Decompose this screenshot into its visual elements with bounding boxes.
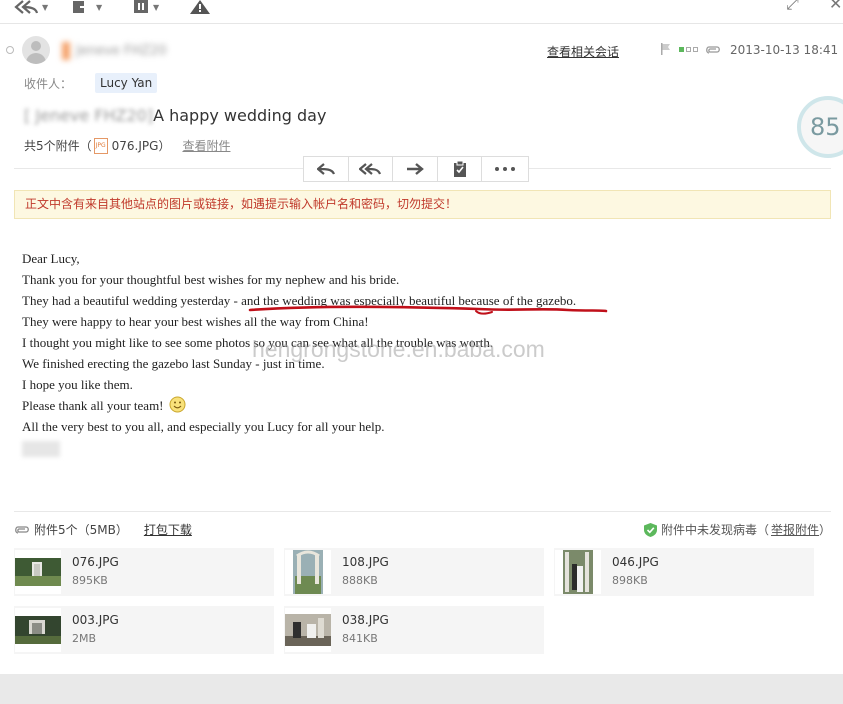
subject-blurred-prefix: [ Jeneve FHZ20] <box>24 106 154 125</box>
reply-menu-button[interactable]: ▼ <box>14 0 48 18</box>
clipboard-icon <box>453 161 466 177</box>
attachment-name: 046.JPG <box>612 555 659 569</box>
body-line: Thank you for your thoughtful best wishe… <box>22 272 400 287</box>
reply-all-icon <box>14 0 38 14</box>
body-line: Dear Lucy, <box>22 251 80 266</box>
move-icon <box>73 1 92 13</box>
forward-icon <box>407 163 424 175</box>
pack-download-link[interactable]: 打包下载 <box>144 521 192 538</box>
score-value: 85 <box>810 113 841 141</box>
report-spam-button[interactable] <box>190 0 210 18</box>
watermark: hengrongstone.en.baba.com <box>252 336 545 362</box>
attachment-size: 888KB <box>342 574 378 587</box>
chevron-down-icon: ▼ <box>96 2 103 12</box>
photo-thumbnail <box>15 608 61 652</box>
attachment-card[interactable]: 108.JPG 888KB <box>284 548 544 596</box>
sent-date: 2013-10-13 18:41 <box>730 43 839 57</box>
recipient-chip[interactable]: Lucy Yan <box>95 73 158 93</box>
attachment-name: 108.JPG <box>342 555 389 569</box>
attachment-card[interactable]: 076.JPG 895KB <box>14 548 274 596</box>
attachment-card[interactable]: 038.JPG 841KB <box>284 606 544 654</box>
chevron-down-icon: ▼ <box>153 2 160 12</box>
subject-text: A happy wedding day <box>153 106 327 125</box>
attachment-size: 2MB <box>72 632 97 645</box>
avatar <box>22 36 50 64</box>
more-icon <box>495 167 516 171</box>
photo-thumbnail <box>285 550 331 594</box>
body-line: All the very best to you all, and especi… <box>22 419 385 434</box>
chevron-down-icon: ▼ <box>42 2 49 12</box>
top-toolbar: ▼ ▼ ▼ ⤢ ✕ <box>0 0 843 24</box>
close-icon[interactable]: ✕ <box>829 0 842 13</box>
attachment-size: 841KB <box>342 632 378 645</box>
warning-icon <box>190 0 210 14</box>
photo-thumbnail <box>555 550 601 594</box>
score-widget[interactable]: 85 <box>797 96 843 158</box>
reply-all-button[interactable] <box>349 157 394 181</box>
blurred-signature <box>22 441 60 457</box>
attachments-count: 附件5个（5MB） <box>34 523 128 537</box>
reply-icon <box>316 163 335 175</box>
attachment-name: 038.JPG <box>342 613 389 627</box>
reply-all-icon <box>359 163 382 175</box>
body-line: I hope you like them. <box>22 377 133 392</box>
smiley-icon <box>169 396 186 413</box>
forward-button[interactable] <box>393 157 438 181</box>
report-attachment-link[interactable]: 举报附件 <box>771 521 819 538</box>
paperclip-icon <box>15 525 29 534</box>
mark-menu-button[interactable]: ▼ <box>133 0 159 18</box>
attachment-name: 003.JPG <box>72 613 119 627</box>
security-warning-banner: 正文中含有来自其他站点的图片或链接，如遇提示输入帐户名和密码，切勿提交！ <box>14 190 831 219</box>
move-menu-button[interactable]: ▼ <box>72 0 102 18</box>
attachment-summary: 共5个附件（ JPG 076.JPG ） 查看附件 <box>24 137 231 154</box>
reply-button[interactable] <box>304 157 349 181</box>
divider <box>14 511 831 512</box>
attachment-size: 895KB <box>72 574 108 587</box>
red-underline-annotation <box>248 305 608 315</box>
select-radio[interactable] <box>6 46 14 54</box>
clipboard-button[interactable] <box>438 157 483 181</box>
view-attachments-link[interactable]: 查看附件 <box>182 137 230 154</box>
recipient-label: 收件人： <box>24 77 73 91</box>
shield-check-icon <box>644 522 657 537</box>
sender-row: Jeneve FHZ20 查看相关会话 2013-10-13 18:41 <box>0 34 843 66</box>
more-button[interactable] <box>482 157 528 181</box>
attachment-name: 076.JPG <box>72 555 119 569</box>
action-bar <box>303 156 529 182</box>
photo-thumbnail <box>285 608 331 652</box>
body-line-with-smiley: Please thank all your team! <box>22 395 822 416</box>
attachments-header: 附件5个（5MB） 打包下载 <box>14 521 192 538</box>
priority-status-icon <box>679 47 698 52</box>
tag-icon <box>134 0 148 13</box>
virus-scan-status: 附件中未发现病毒（ 举报附件） <box>644 521 831 538</box>
sender-name[interactable]: Jeneve FHZ20 <box>62 42 167 60</box>
email-subject: [ Jeneve FHZ20]A happy wedding day <box>24 106 326 125</box>
attachment-size: 898KB <box>612 574 648 587</box>
paperclip-icon <box>706 46 720 54</box>
attachment-card[interactable]: 003.JPG 2MB <box>14 606 274 654</box>
attachment-card[interactable]: 046.JPG 898KB <box>554 548 814 596</box>
attachment-file-link[interactable]: 076.JPG <box>112 139 159 153</box>
jpg-file-icon: JPG <box>93 137 108 154</box>
flag-icon[interactable] <box>660 43 672 55</box>
expand-icon[interactable]: ⤢ <box>786 0 799 14</box>
photo-thumbnail <box>15 550 61 594</box>
footer-bar <box>0 674 843 704</box>
related-conversations-link[interactable]: 查看相关会话 <box>547 43 619 60</box>
